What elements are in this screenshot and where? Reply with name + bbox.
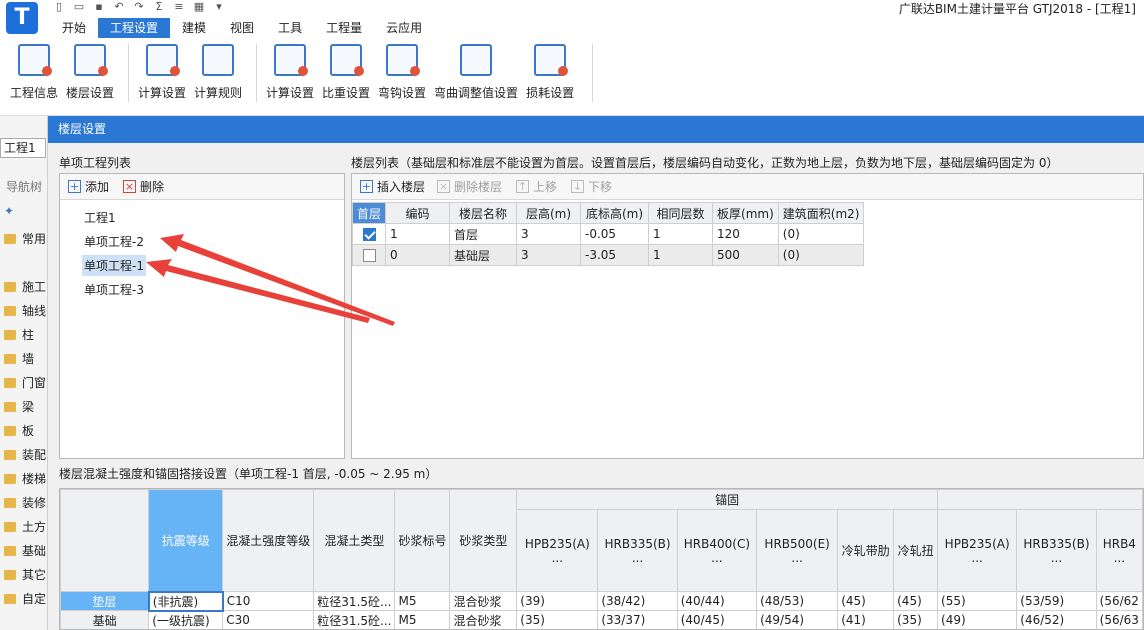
annotation-arrow-lower [146, 259, 370, 323]
annotation-arrows [146, 234, 395, 326]
annotation-arrow-upper [160, 234, 395, 326]
